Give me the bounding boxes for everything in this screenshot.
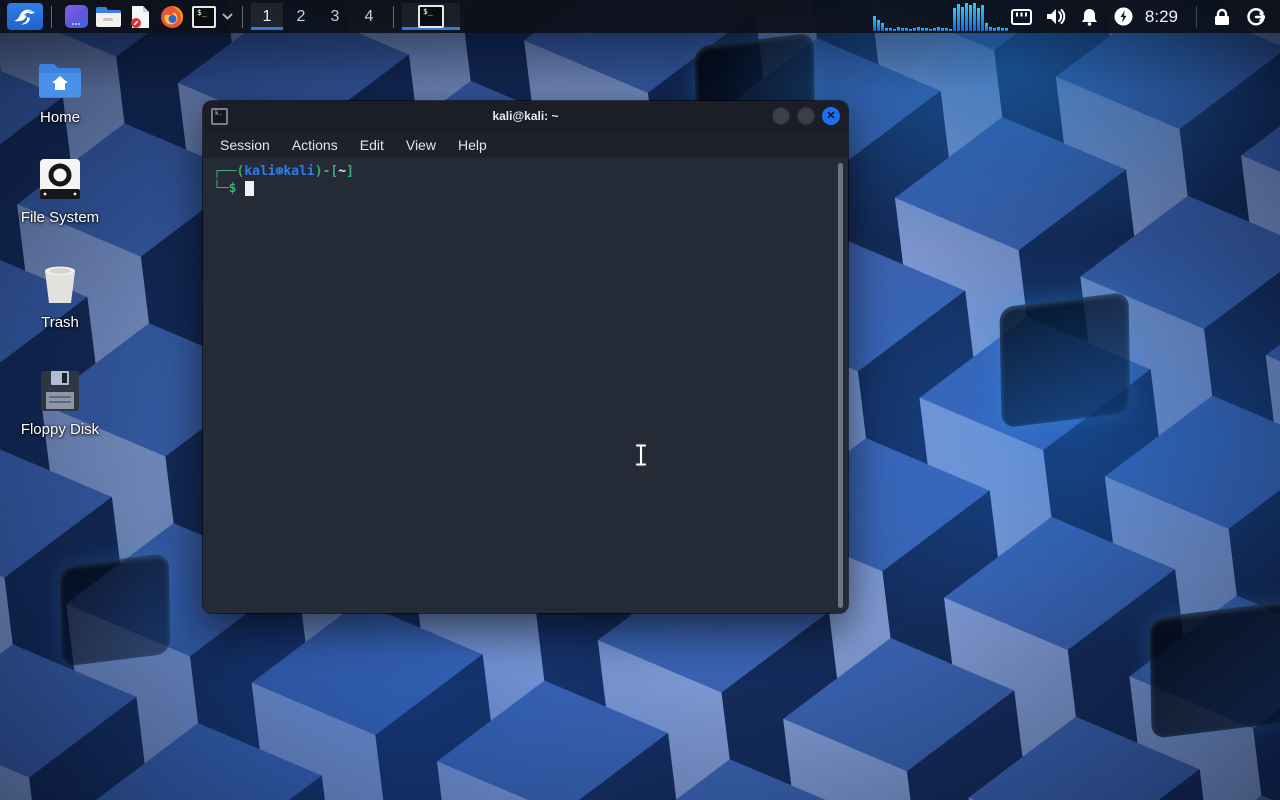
taskbar-window-terminal[interactable]: $_	[402, 3, 460, 30]
terminal-scrollbar[interactable]	[838, 163, 843, 608]
launcher-text-editor[interactable]	[124, 3, 156, 30]
trash-bin-icon	[40, 261, 80, 305]
harddrive-icon	[39, 156, 81, 200]
bell-icon	[1082, 8, 1098, 26]
menu-session[interactable]: Session	[211, 134, 279, 156]
terminal-content[interactable]: ┌──(kali⊛kali)-[~] └─$	[203, 158, 848, 613]
power-plug-icon	[1114, 7, 1133, 26]
workspace-switcher: 1 2 3 4	[251, 3, 385, 30]
desktop-icon-label: File System	[20, 209, 100, 226]
terminal-window-icon: $_	[418, 5, 444, 28]
menu-help[interactable]: Help	[449, 134, 496, 156]
launcher-firefox[interactable]	[156, 3, 188, 30]
minimize-button[interactable]	[772, 107, 790, 125]
clock[interactable]: 8:29	[1141, 7, 1188, 27]
system-tray: 8:29	[872, 2, 1273, 31]
terminal-window: k. kali@kali: ~ ✕ Session Actions Edit V…	[203, 101, 848, 613]
folder-icon	[96, 6, 121, 27]
notifications-button[interactable]	[1073, 3, 1107, 30]
window-title: kali@kali: ~	[492, 109, 559, 123]
prompt-line-2: └─$	[213, 180, 838, 197]
window-titlebar[interactable]: k. kali@kali: ~ ✕	[203, 101, 848, 131]
launcher-show-desktop[interactable]	[60, 3, 92, 30]
panel-separator	[51, 5, 52, 28]
panel-separator	[242, 5, 243, 28]
firefox-icon	[161, 5, 183, 28]
logout-button[interactable]	[1239, 3, 1273, 30]
prompt-frame: )-[	[314, 164, 339, 179]
panel-separator	[1196, 5, 1197, 28]
launcher-terminal[interactable]: $_	[188, 3, 220, 30]
terminal-icon: $_	[192, 5, 216, 28]
volume-icon	[1046, 9, 1066, 24]
power-manager-button[interactable]	[1107, 3, 1141, 30]
prompt-frame: ]	[346, 164, 354, 179]
prompt-frame: ┌──(	[213, 164, 245, 179]
home-folder-icon	[37, 56, 83, 100]
network-icon	[1011, 8, 1033, 25]
prompt-path: ~	[338, 164, 347, 179]
floppy-disk-icon	[40, 368, 80, 412]
window-terminal-icon: k.	[211, 107, 228, 125]
desktop-icon-label: Floppy Disk	[20, 421, 100, 438]
desktop-icon-label: Home	[39, 109, 80, 126]
panel-separator	[393, 5, 394, 28]
menu-edit[interactable]: Edit	[351, 134, 393, 156]
launcher-file-manager[interactable]	[92, 3, 124, 30]
prompt-user: kali	[244, 164, 276, 179]
workspace-3[interactable]: 3	[319, 3, 351, 30]
logout-icon	[1247, 7, 1265, 25]
workspace-1[interactable]: 1	[251, 3, 283, 30]
prompt-frame: └─	[213, 181, 229, 196]
applications-menu-button[interactable]	[7, 3, 43, 30]
kali-dragon-icon	[14, 9, 35, 24]
workspace-2[interactable]: 2	[285, 3, 317, 30]
terminal-menubar: Session Actions Edit View Help	[203, 131, 848, 158]
network-status-button[interactable]	[1005, 3, 1039, 30]
desktop-icon-label: Trash	[41, 314, 79, 331]
terminal-cursor	[245, 181, 255, 196]
cpu-load-graph[interactable]	[872, 2, 1008, 31]
desktop-icon-home[interactable]: Home	[6, 56, 114, 126]
desktop-icon-trash[interactable]: Trash	[6, 261, 114, 331]
desktop-icon-filesystem[interactable]: File System	[6, 156, 114, 226]
top-panel: $_ 1 2 3 4 $_ 8:29	[0, 0, 1280, 33]
lock-icon	[1215, 8, 1229, 25]
desktop-icon-floppy[interactable]: Floppy Disk	[6, 368, 114, 438]
close-button[interactable]: ✕	[822, 107, 840, 125]
ibeam-mouse-cursor	[634, 443, 648, 467]
workspace-4[interactable]: 4	[353, 3, 385, 30]
prompt-line-1: ┌──(kali⊛kali)-[~]	[213, 163, 838, 180]
lock-screen-button[interactable]	[1205, 3, 1239, 30]
menu-actions[interactable]: Actions	[283, 134, 347, 156]
menu-view[interactable]: View	[397, 134, 445, 156]
prompt-dollar: $	[228, 181, 237, 196]
prompt-host: kali	[283, 164, 315, 179]
window-controls: ✕	[772, 107, 840, 125]
terminal-dropdown-button[interactable]	[220, 3, 234, 30]
desktop-settings-icon	[64, 5, 88, 28]
maximize-button[interactable]	[797, 107, 815, 125]
volume-button[interactable]	[1039, 3, 1073, 30]
chevron-down-icon	[221, 13, 233, 20]
text-editor-icon	[131, 5, 149, 28]
